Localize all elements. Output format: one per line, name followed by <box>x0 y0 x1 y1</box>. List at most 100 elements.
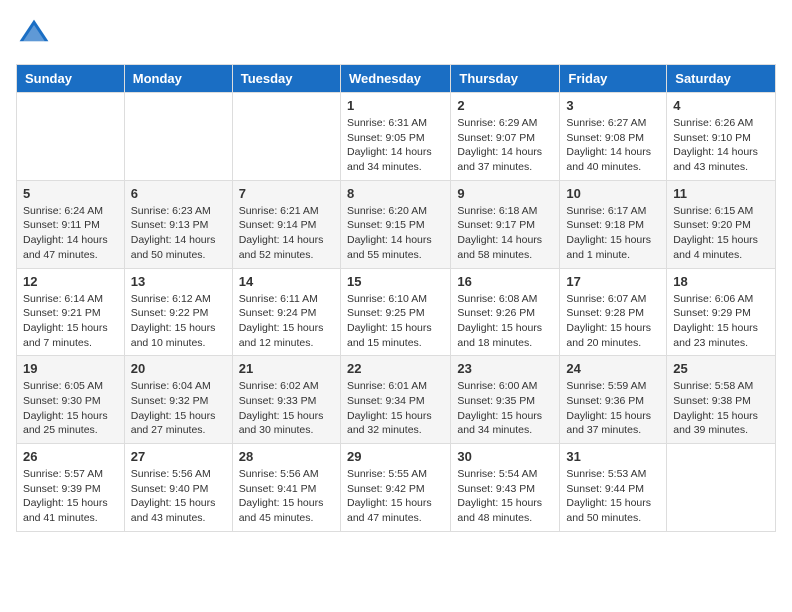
day-number: 7 <box>239 186 334 201</box>
logo <box>16 16 56 52</box>
calendar-day: 10Sunrise: 6:17 AM Sunset: 9:18 PM Dayli… <box>560 180 667 268</box>
day-number: 14 <box>239 274 334 289</box>
day-info: Sunrise: 6:11 AM Sunset: 9:24 PM Dayligh… <box>239 292 334 351</box>
day-number: 16 <box>457 274 553 289</box>
calendar-day: 5Sunrise: 6:24 AM Sunset: 9:11 PM Daylig… <box>17 180 125 268</box>
calendar-body: 1Sunrise: 6:31 AM Sunset: 9:05 PM Daylig… <box>17 93 776 532</box>
calendar-day: 22 Sunrise: 6:01 AM Sunset: 9:34 PM Dayli… <box>340 356 450 444</box>
day-number: 17 <box>566 274 660 289</box>
day-info: Sunrise: 6:01 AM Sunset: 9:34 PM Dayligh… <box>347 379 444 438</box>
day-number: 23 <box>457 361 553 376</box>
day-number: 26 <box>23 449 118 464</box>
calendar-header: SundayMondayTuesdayWednesdayThursdayFrid… <box>17 65 776 93</box>
weekday-header: Thursday <box>451 65 560 93</box>
day-info: Sunrise: 6:06 AM Sunset: 9:29 PM Dayligh… <box>673 292 769 351</box>
calendar-day: 13 Sunrise: 6:12 AM Sunset: 9:22 PM Dayli… <box>124 268 232 356</box>
calendar-day: 21 Sunrise: 6:02 AM Sunset: 9:33 PM Dayli… <box>232 356 340 444</box>
calendar-week-row: 12 Sunrise: 6:14 AM Sunset: 9:21 PM Dayli… <box>17 268 776 356</box>
weekday-header: Tuesday <box>232 65 340 93</box>
calendar-week-row: 26Sunrise: 5:57 AM Sunset: 9:39 PM Dayli… <box>17 444 776 532</box>
day-info: Sunrise: 6:15 AM Sunset: 9:20 PM Dayligh… <box>673 204 769 263</box>
day-info: Sunrise: 6:02 AM Sunset: 9:33 PM Dayligh… <box>239 379 334 438</box>
day-number: 20 <box>131 361 226 376</box>
day-number: 2 <box>457 98 553 113</box>
day-number: 27 <box>131 449 226 464</box>
day-number: 19 <box>23 361 118 376</box>
calendar-day: 19Sunrise: 6:05 AM Sunset: 9:30 PM Dayli… <box>17 356 125 444</box>
calendar-day: 17 Sunrise: 6:07 AM Sunset: 9:28 PM Dayli… <box>560 268 667 356</box>
day-number: 15 <box>347 274 444 289</box>
calendar-day <box>17 93 125 181</box>
day-info: Sunrise: 6:18 AM Sunset: 9:17 PM Dayligh… <box>457 204 553 263</box>
calendar-day: 26Sunrise: 5:57 AM Sunset: 9:39 PM Dayli… <box>17 444 125 532</box>
day-number: 31 <box>566 449 660 464</box>
day-info: Sunrise: 6:07 AM Sunset: 9:28 PM Dayligh… <box>566 292 660 351</box>
day-info: Sunrise: 6:10 AM Sunset: 9:25 PM Dayligh… <box>347 292 444 351</box>
day-number: 6 <box>131 186 226 201</box>
calendar-day: 8Sunrise: 6:20 AM Sunset: 9:15 PM Daylig… <box>340 180 450 268</box>
calendar-day: 6 Sunrise: 6:23 AM Sunset: 9:13 PM Daylig… <box>124 180 232 268</box>
day-info: Sunrise: 5:55 AM Sunset: 9:42 PM Dayligh… <box>347 467 444 526</box>
calendar-day: 7 Sunrise: 6:21 AM Sunset: 9:14 PM Daylig… <box>232 180 340 268</box>
calendar-day: 30Sunrise: 5:54 AM Sunset: 9:43 PM Dayli… <box>451 444 560 532</box>
calendar-day: 28 Sunrise: 5:56 AM Sunset: 9:41 PM Dayli… <box>232 444 340 532</box>
day-number: 21 <box>239 361 334 376</box>
calendar-day: 23 Sunrise: 6:00 AM Sunset: 9:35 PM Dayli… <box>451 356 560 444</box>
calendar-week-row: 19Sunrise: 6:05 AM Sunset: 9:30 PM Dayli… <box>17 356 776 444</box>
calendar-day: 24 Sunrise: 5:59 AM Sunset: 9:36 PM Dayli… <box>560 356 667 444</box>
day-info: Sunrise: 5:56 AM Sunset: 9:40 PM Dayligh… <box>131 467 226 526</box>
calendar-day: 25 Sunrise: 5:58 AM Sunset: 9:38 PM Dayli… <box>667 356 776 444</box>
day-info: Sunrise: 6:23 AM Sunset: 9:13 PM Dayligh… <box>131 204 226 263</box>
calendar-day: 2Sunrise: 6:29 AM Sunset: 9:07 PM Daylig… <box>451 93 560 181</box>
day-number: 22 <box>347 361 444 376</box>
day-number: 12 <box>23 274 118 289</box>
page-header <box>16 16 776 52</box>
day-info: Sunrise: 6:00 AM Sunset: 9:35 PM Dayligh… <box>457 379 553 438</box>
day-number: 1 <box>347 98 444 113</box>
day-info: Sunrise: 5:59 AM Sunset: 9:36 PM Dayligh… <box>566 379 660 438</box>
calendar-day: 11 Sunrise: 6:15 AM Sunset: 9:20 PM Dayli… <box>667 180 776 268</box>
weekday-header: Saturday <box>667 65 776 93</box>
day-number: 13 <box>131 274 226 289</box>
calendar-day: 31 Sunrise: 5:53 AM Sunset: 9:44 PM Dayli… <box>560 444 667 532</box>
day-number: 28 <box>239 449 334 464</box>
calendar-day: 15 Sunrise: 6:10 AM Sunset: 9:25 PM Dayli… <box>340 268 450 356</box>
day-number: 29 <box>347 449 444 464</box>
calendar-day: 9Sunrise: 6:18 AM Sunset: 9:17 PM Daylig… <box>451 180 560 268</box>
day-info: Sunrise: 6:12 AM Sunset: 9:22 PM Dayligh… <box>131 292 226 351</box>
weekday-header: Friday <box>560 65 667 93</box>
day-number: 5 <box>23 186 118 201</box>
calendar-day: 12 Sunrise: 6:14 AM Sunset: 9:21 PM Dayli… <box>17 268 125 356</box>
day-info: Sunrise: 6:27 AM Sunset: 9:08 PM Dayligh… <box>566 116 660 175</box>
calendar-day: 18 Sunrise: 6:06 AM Sunset: 9:29 PM Dayli… <box>667 268 776 356</box>
weekday-header: Monday <box>124 65 232 93</box>
calendar-day: 14 Sunrise: 6:11 AM Sunset: 9:24 PM Dayli… <box>232 268 340 356</box>
calendar-day <box>232 93 340 181</box>
calendar-day: 20 Sunrise: 6:04 AM Sunset: 9:32 PM Dayli… <box>124 356 232 444</box>
calendar-day: 16 Sunrise: 6:08 AM Sunset: 9:26 PM Dayli… <box>451 268 560 356</box>
calendar-day <box>667 444 776 532</box>
calendar-day <box>124 93 232 181</box>
calendar-week-row: 5Sunrise: 6:24 AM Sunset: 9:11 PM Daylig… <box>17 180 776 268</box>
day-number: 11 <box>673 186 769 201</box>
day-number: 8 <box>347 186 444 201</box>
day-info: Sunrise: 5:54 AM Sunset: 9:43 PM Dayligh… <box>457 467 553 526</box>
weekday-header: Wednesday <box>340 65 450 93</box>
day-number: 3 <box>566 98 660 113</box>
calendar-day: 1Sunrise: 6:31 AM Sunset: 9:05 PM Daylig… <box>340 93 450 181</box>
day-number: 18 <box>673 274 769 289</box>
day-info: Sunrise: 6:08 AM Sunset: 9:26 PM Dayligh… <box>457 292 553 351</box>
day-info: Sunrise: 5:53 AM Sunset: 9:44 PM Dayligh… <box>566 467 660 526</box>
day-number: 25 <box>673 361 769 376</box>
day-info: Sunrise: 6:21 AM Sunset: 9:14 PM Dayligh… <box>239 204 334 263</box>
logo-icon <box>16 16 52 52</box>
calendar-week-row: 1Sunrise: 6:31 AM Sunset: 9:05 PM Daylig… <box>17 93 776 181</box>
day-info: Sunrise: 6:26 AM Sunset: 9:10 PM Dayligh… <box>673 116 769 175</box>
day-info: Sunrise: 6:14 AM Sunset: 9:21 PM Dayligh… <box>23 292 118 351</box>
calendar-day: 29 Sunrise: 5:55 AM Sunset: 9:42 PM Dayli… <box>340 444 450 532</box>
day-info: Sunrise: 5:56 AM Sunset: 9:41 PM Dayligh… <box>239 467 334 526</box>
calendar-day: 3 Sunrise: 6:27 AM Sunset: 9:08 PM Daylig… <box>560 93 667 181</box>
day-info: Sunrise: 6:04 AM Sunset: 9:32 PM Dayligh… <box>131 379 226 438</box>
day-info: Sunrise: 5:58 AM Sunset: 9:38 PM Dayligh… <box>673 379 769 438</box>
day-number: 24 <box>566 361 660 376</box>
